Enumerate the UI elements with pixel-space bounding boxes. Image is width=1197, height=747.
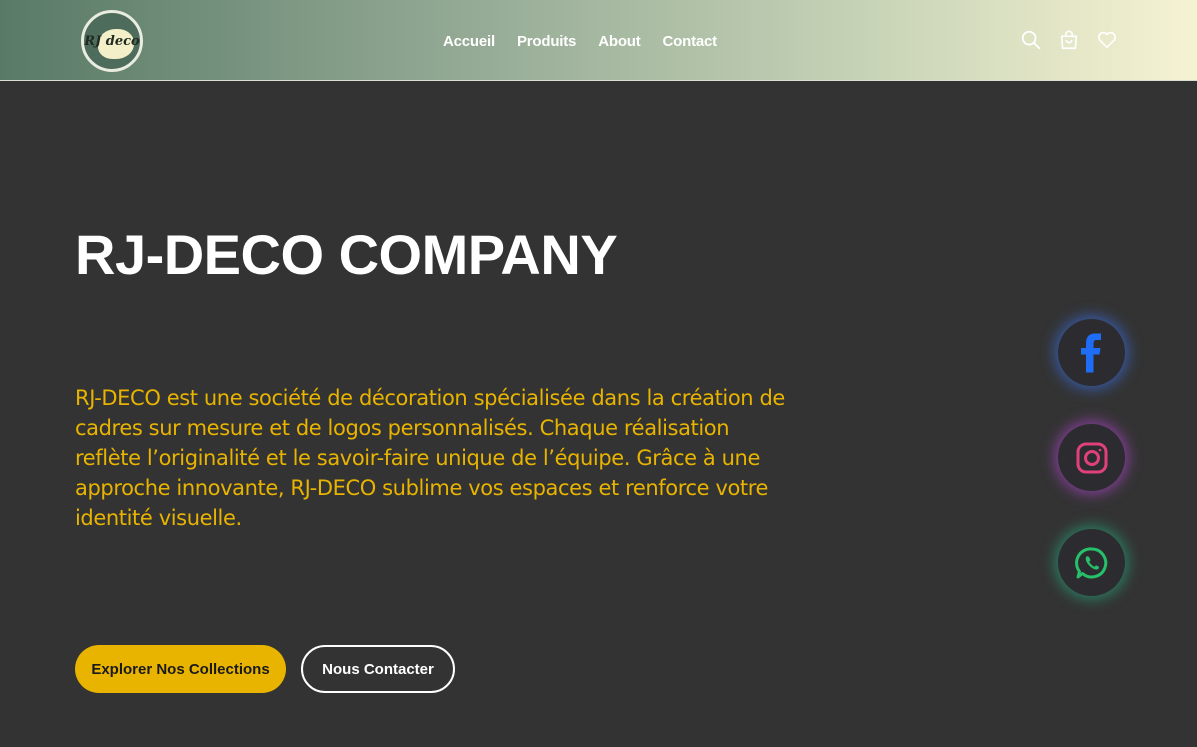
hero-description: RJ-DECO est une société de décoration sp… bbox=[75, 386, 785, 530]
instagram-icon bbox=[1076, 442, 1107, 473]
logo-text: RJ deco bbox=[84, 33, 140, 49]
whatsapp-button[interactable] bbox=[1058, 529, 1125, 596]
explore-collections-button[interactable]: Explorer Nos Collections bbox=[75, 645, 286, 693]
nav-link-about[interactable]: About bbox=[598, 33, 641, 50]
top-navbar: RJ deco Accueil Produits About Contact bbox=[0, 0, 1197, 81]
heart-icon[interactable] bbox=[1096, 29, 1118, 51]
facebook-button[interactable] bbox=[1058, 319, 1125, 386]
instagram-button[interactable] bbox=[1058, 424, 1125, 491]
contact-us-button[interactable]: Nous Contacter bbox=[301, 645, 455, 693]
nav-actions bbox=[1020, 28, 1118, 52]
facebook-icon bbox=[1080, 333, 1101, 372]
hero-title: RJ-DECO COMPANY bbox=[75, 223, 618, 286]
brand-logo[interactable]: RJ deco bbox=[81, 10, 143, 72]
nav-link-produits[interactable]: Produits bbox=[517, 33, 576, 50]
nav-link-contact[interactable]: Contact bbox=[663, 33, 718, 50]
shopping-bag-icon[interactable] bbox=[1058, 29, 1080, 51]
search-icon[interactable] bbox=[1020, 29, 1042, 51]
main-nav: Accueil Produits About Contact bbox=[443, 30, 717, 52]
whatsapp-icon bbox=[1074, 546, 1107, 578]
nav-link-accueil[interactable]: Accueil bbox=[443, 33, 495, 50]
